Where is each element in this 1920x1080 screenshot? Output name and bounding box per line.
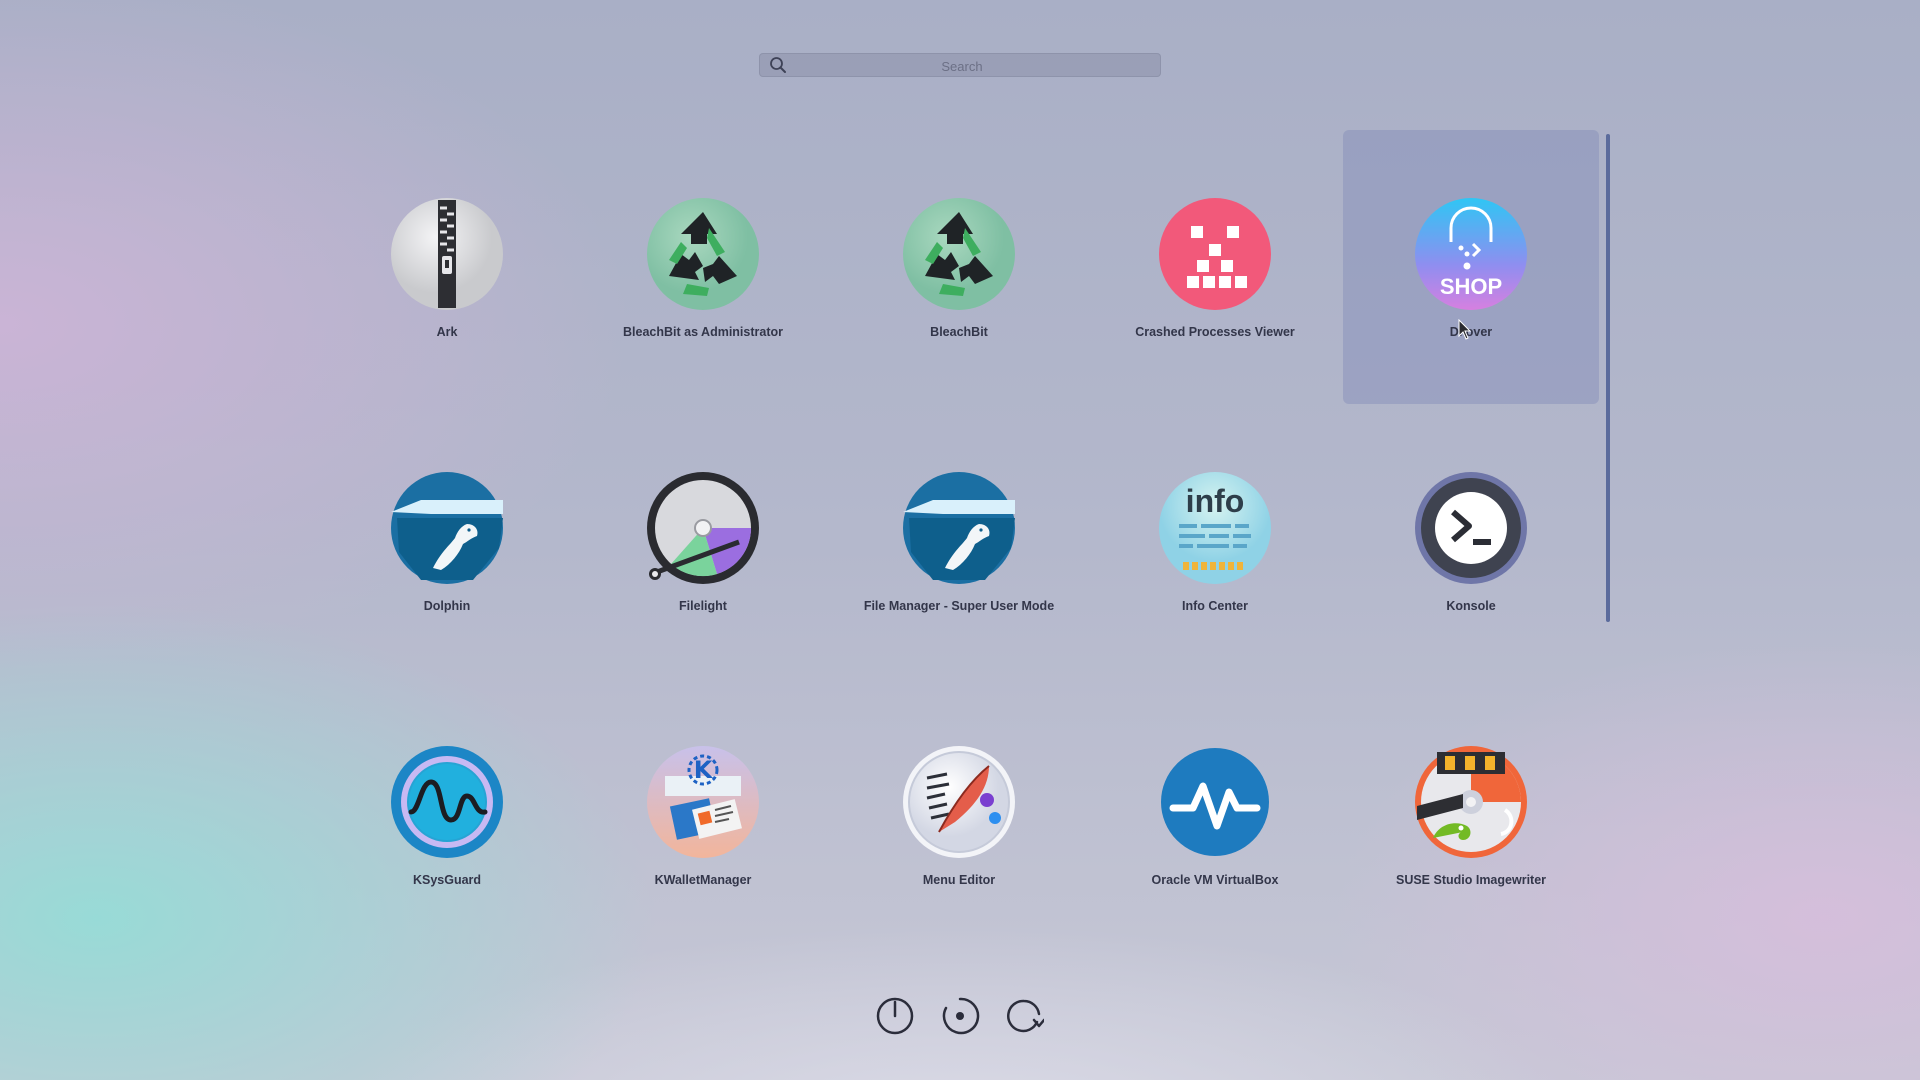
dolphin-folder-icon [903,472,1015,584]
app-tile-info-center[interactable]: info Info Center [1087,404,1343,678]
app-tile-ksysguard[interactable]: KSysGuard [319,678,575,952]
scrollbar[interactable] [1606,134,1610,622]
recycle-icon [903,198,1015,310]
app-tile-menu-editor[interactable]: Menu Editor [831,678,1087,952]
app-tile-konsole[interactable]: Konsole [1343,404,1599,678]
app-tile-suse-studio-imagewriter[interactable]: SUSE Studio Imagewriter [1343,678,1599,952]
dolphin-folder-icon [391,472,503,584]
app-tile-dolphin[interactable]: Dolphin [319,404,575,678]
search-bar[interactable] [759,53,1161,79]
app-tile-bleachbit-admin[interactable]: BleachBit as Administrator [575,130,831,404]
usb-chameleon-icon [1415,746,1527,858]
shutdown-button[interactable] [875,996,915,1036]
power-icon [876,997,914,1035]
restart-button[interactable] [1004,996,1044,1036]
app-tile-oracle-vm-virtualbox[interactable]: Oracle VM VirtualBox [1087,678,1343,952]
app-tile-file-manager-super-user[interactable]: File Manager - Super User Mode [831,404,1087,678]
app-grid: Ark BleachBit as Administrator BleachBit… [319,130,1599,952]
app-label: File Manager - Super User Mode [863,599,1055,613]
logout-button[interactable] [940,996,980,1036]
app-label: Menu Editor [922,873,996,887]
quill-icon [903,746,1015,858]
recycle-icon [647,198,759,310]
app-tile-discover[interactable]: SHOP Di over [1343,130,1599,404]
shop-bag-icon: SHOP [1415,198,1527,310]
search-input[interactable] [795,53,1129,79]
app-label: KSysGuard [412,873,482,887]
app-label: Oracle VM VirtualBox [1151,873,1279,887]
app-label: KWalletManager [654,873,752,887]
disk-pie-icon [647,472,759,584]
wallet-icon: K [647,746,759,858]
mouse-cursor-icon [1458,318,1472,341]
app-label: SUSE Studio Imagewriter [1395,873,1547,887]
pulse-icon [1159,746,1271,858]
app-tile-crashed-processes-viewer[interactable]: Crashed Processes Viewer [1087,130,1343,404]
app-tile-kwalletmanager[interactable]: K KWalletManager [575,678,831,952]
terminal-icon [1415,472,1527,584]
app-tile-ark[interactable]: Ark [319,130,575,404]
app-label: Ark [436,325,458,339]
app-label: Dolphin [423,599,471,613]
app-label: Crashed Processes Viewer [1135,325,1295,339]
ark-zipper-icon [391,198,503,310]
app-tile-bleachbit[interactable]: BleachBit [831,130,1087,404]
search-icon [770,57,786,73]
app-label: Info Center [1182,599,1248,613]
svg-text:K: K [694,756,714,784]
restart-icon [1007,999,1044,1033]
info-icon: info [1159,472,1271,584]
app-label: Filelight [679,599,727,613]
session-icon [942,997,980,1035]
app-label: Konsole [1446,599,1496,613]
app-label: BleachBit as Administrator [623,325,783,339]
svg-text:SHOP: SHOP [1440,274,1502,299]
app-tile-filelight[interactable]: Filelight [575,404,831,678]
wave-monitor-icon [391,746,503,858]
app-label: BleachBit [930,325,988,339]
svg-text:info: info [1186,483,1245,519]
crash-blocks-icon [1159,198,1271,310]
